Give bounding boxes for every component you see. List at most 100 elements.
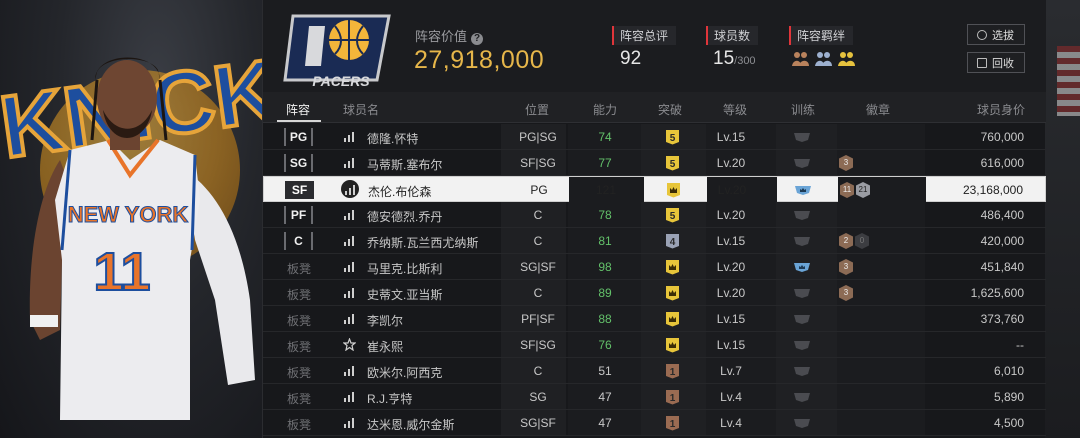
- player-name[interactable]: 李凯尔: [367, 312, 403, 329]
- training-icon[interactable]: [793, 287, 811, 299]
- player-position: PG|SG: [519, 130, 557, 144]
- stat-player-count-number: 15: [713, 48, 735, 69]
- training-icon[interactable]: [793, 157, 811, 169]
- breakthrough-badge-icon: [665, 259, 680, 275]
- player-position: C: [533, 208, 543, 222]
- training-icon[interactable]: [793, 235, 811, 247]
- badge-icon: 2: [839, 233, 853, 249]
- player-value: 760,000: [980, 130, 1024, 144]
- training-icon[interactable]: [793, 313, 811, 325]
- player-position: SG|SF: [520, 260, 556, 274]
- breakthrough-badge-icon: 5: [665, 129, 680, 145]
- player-name[interactable]: 马里克.比斯利: [367, 260, 442, 277]
- roster-value-label: 阵容价值?: [415, 26, 484, 45]
- training-icon[interactable]: [793, 365, 811, 377]
- bond-silver-icon[interactable]: [814, 50, 833, 67]
- training-icon[interactable]: [793, 339, 811, 351]
- pacers-logo-text: PACERS: [312, 73, 370, 89]
- player-name[interactable]: 杰伦.布伦森: [368, 183, 431, 200]
- table-row[interactable]: 板凳 R.J.亨特 SG 47 1 Lv.4 5,890: [263, 384, 1046, 410]
- roster-panel: PACERS 阵容价值? 27,918,000 阵容总评 92 球员数 15/3…: [262, 0, 1046, 438]
- player-level: Lv.20: [716, 208, 746, 222]
- player-ability: 89: [598, 286, 612, 300]
- bench-label: 板凳: [287, 392, 312, 406]
- player-name[interactable]: 德安德烈.乔丹: [367, 208, 442, 225]
- player-name[interactable]: 史蒂文.亚当斯: [367, 286, 442, 303]
- recycle-button[interactable]: 回收: [967, 52, 1025, 73]
- breakthrough-badge-icon: 5: [665, 207, 680, 223]
- cell-background: [837, 410, 925, 435]
- player-position: C: [533, 286, 543, 300]
- badge-icon: 0: [855, 233, 869, 249]
- cell-background: [837, 332, 925, 357]
- training-icon[interactable]: [793, 417, 811, 429]
- jersey-number: 11: [93, 242, 150, 302]
- table-row[interactable]: 板凳 崔永熙 SF|SG 76 Lv.15 --: [263, 332, 1046, 358]
- badges-group: 11 21: [840, 182, 870, 198]
- bond-icons[interactable]: [791, 50, 856, 67]
- bond-gold-icon[interactable]: [837, 50, 856, 67]
- player-name[interactable]: R.J.亨特: [367, 390, 412, 407]
- select-button[interactable]: 选拔: [967, 24, 1025, 45]
- table-row[interactable]: C 乔纳斯.瓦兰西尤纳斯 C 81 4 Lv.15 2 0 420,000: [263, 228, 1046, 254]
- lineup-slot-tag: PF: [284, 206, 313, 224]
- badge-icon: 21: [856, 182, 870, 198]
- col-ability: 能力: [593, 103, 618, 117]
- player-level: Lv.4: [720, 390, 742, 404]
- player-level: Lv.4: [720, 416, 742, 430]
- cell-background: [837, 306, 925, 331]
- player-position: SG|SF: [520, 416, 556, 430]
- table-row[interactable]: 板凳 马里克.比斯利 SG|SF 98 Lv.20 3 451,840: [263, 254, 1046, 280]
- player-value: 1,625,600: [970, 286, 1024, 300]
- player-ability: 121: [595, 183, 617, 197]
- player-name[interactable]: 德隆.怀特: [367, 130, 418, 147]
- player-value: 6,010: [993, 364, 1024, 378]
- bench-label: 板凳: [287, 418, 312, 432]
- training-active-icon[interactable]: [794, 184, 812, 196]
- table-row[interactable]: 板凳 李凯尔 PF|SF 88 Lv.15 373,760: [263, 306, 1046, 332]
- player-ability: 51: [598, 364, 612, 378]
- badges-group: 3: [839, 285, 853, 301]
- col-level: 等级: [723, 103, 748, 117]
- player-position: C: [533, 234, 543, 248]
- player-level: Lv.15: [716, 312, 746, 326]
- stat-bonds-label: 阵容羁绊: [789, 26, 854, 45]
- table-row[interactable]: 板凳 欧米尔.阿西克 C 51 1 Lv.7 6,010: [263, 358, 1046, 384]
- stat-player-count-max: /300: [734, 55, 756, 67]
- player-name[interactable]: 乔纳斯.瓦兰西尤纳斯: [367, 234, 478, 251]
- player-name[interactable]: 马蒂斯.塞布尔: [367, 156, 442, 173]
- stat-overall-number: 92: [620, 48, 642, 69]
- badges-group: 20: [839, 233, 869, 249]
- cell-background: [837, 384, 925, 409]
- right-background-deco: [1045, 0, 1080, 438]
- player-ability: 74: [598, 130, 612, 144]
- player-name[interactable]: 达米恩.威尔金斯: [367, 416, 454, 433]
- player-name[interactable]: 欧米尔.阿西克: [367, 364, 442, 381]
- recycle-icon: [977, 57, 987, 68]
- col-lineup[interactable]: 阵容: [286, 101, 310, 118]
- table-row[interactable]: SF 杰伦.布伦森 PG 121 Lv.20 11 21 23,168,000: [263, 176, 1046, 202]
- table-row[interactable]: 板凳 史蒂文.亚当斯 C 89 Lv.20 3 1,625,600: [263, 280, 1046, 306]
- player-signal-icon: [343, 208, 355, 221]
- bench-label: 板凳: [287, 288, 312, 302]
- player-value: 420,000: [980, 234, 1024, 248]
- stat-player-count-value: 15/300: [713, 48, 756, 70]
- breakthrough-badge-icon: 5: [665, 155, 680, 171]
- player-ability: 98: [598, 260, 612, 274]
- training-icon[interactable]: [793, 209, 811, 221]
- table-row[interactable]: SG 马蒂斯.塞布尔 SF|SG 77 5 Lv.20 3 616,000: [263, 150, 1046, 176]
- training-active-icon[interactable]: [793, 261, 811, 273]
- training-icon[interactable]: [793, 391, 811, 403]
- table-row[interactable]: PG 德隆.怀特 PG|SG 74 5 Lv.15 760,000: [263, 124, 1046, 150]
- bench-label: 板凳: [287, 340, 312, 354]
- player-level: Lv.15: [716, 338, 746, 352]
- training-icon[interactable]: [793, 131, 811, 143]
- player-level: Lv.15: [716, 130, 746, 144]
- player-name[interactable]: 崔永熙: [367, 338, 403, 355]
- player-ability: 76: [598, 338, 612, 352]
- table-row[interactable]: 板凳 达米恩.威尔金斯 SG|SF 47 1 Lv.4 4,500: [263, 410, 1046, 436]
- help-icon[interactable]: ?: [471, 33, 484, 45]
- bond-bronze-icon[interactable]: [791, 50, 810, 67]
- bench-label: 板凳: [287, 366, 312, 380]
- table-row[interactable]: PF 德安德烈.乔丹 C 78 5 Lv.20 486,400: [263, 202, 1046, 228]
